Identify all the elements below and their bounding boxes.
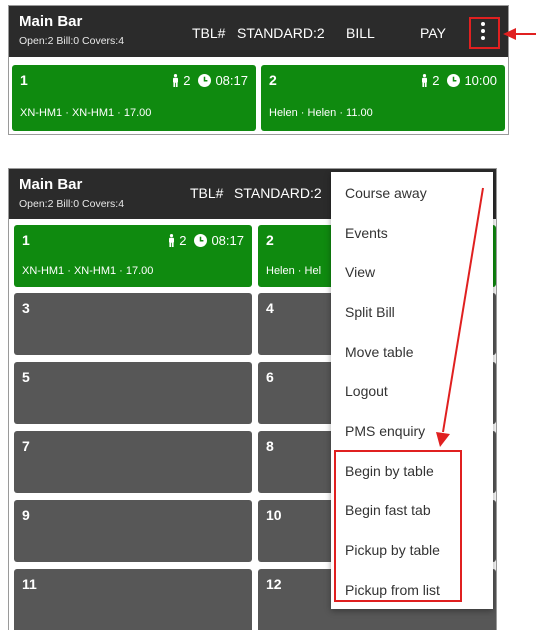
table-number: 2 [269,72,277,88]
table-number: 12 [266,576,282,592]
table-meta: 2 08:17 [172,73,248,88]
menu-item-events[interactable]: Events [345,225,388,241]
table-number: 1 [20,72,28,88]
table-tile-2[interactable]: 2 2 10:00 Helen · Helen · 11.00 [261,65,505,131]
table-number: 2 [266,232,274,248]
pay-button[interactable]: PAY [420,25,446,41]
table-number: 10 [266,507,282,523]
table-number: 8 [266,438,274,454]
status-summary: Open:2 Bill:0 Covers:4 [19,198,125,210]
table-meta: 2 10:00 [421,73,497,88]
open-time: 08:17 [211,233,244,248]
clock-icon [198,74,212,87]
menu-item-course-away[interactable]: Course away [345,185,427,201]
table-number: 4 [266,300,274,316]
table-tile-1[interactable]: 1 2 08:17 XN-HM1 · XN-HM1 · 17.00 [14,225,252,287]
table-tile-11[interactable]: 11 [14,569,252,630]
menu-button-highlight [469,17,500,49]
bill-button[interactable]: BILL [346,25,375,41]
table-tile-1[interactable]: 1 2 08:17 XN-HM1 · XN-HM1 · 17.00 [12,65,256,131]
table-tile-7[interactable]: 7 [14,431,252,493]
table-number: 7 [22,438,30,454]
table-number: 11 [22,576,37,592]
table-number: 6 [266,369,274,385]
table-detail: Helen · Helen · 11.00 [269,107,373,119]
table-meta: 2 08:17 [168,233,244,248]
menu-item-logout[interactable]: Logout [345,383,388,399]
table-detail: XN-HM1 · XN-HM1 · 17.00 [20,107,152,119]
covers-count: 2 [432,73,440,88]
table-detail: Helen · Hel [266,265,322,277]
standard-button[interactable]: STANDARD:2 [234,185,322,201]
person-icon [173,74,179,87]
menu-items-highlight [334,450,462,602]
page-title: Main Bar [19,176,83,193]
standard-button[interactable]: STANDARD:2 [237,25,325,41]
person-icon [422,74,428,87]
table-tile-3[interactable]: 3 [14,293,252,355]
table-tile-9[interactable]: 9 [14,500,252,562]
menu-item-move-table[interactable]: Move table [345,344,413,360]
table-number: 9 [22,507,30,523]
table-number: 1 [22,232,30,248]
open-time: 10:00 [464,73,497,88]
table-number: 3 [22,300,30,316]
open-time: 08:17 [215,73,248,88]
menu-item-split-bill[interactable]: Split Bill [345,304,395,320]
screenshot-before: Main Bar Open:2 Bill:0 Covers:4 TBL# STA… [8,5,509,135]
status-summary: Open:2 Bill:0 Covers:4 [19,35,125,47]
table-detail: XN-HM1 · XN-HM1 · 17.00 [22,265,154,277]
table-tile-5[interactable]: 5 [14,362,252,424]
table-number: 5 [22,369,30,385]
page-title: Main Bar [19,13,83,30]
app-bar: Main Bar Open:2 Bill:0 Covers:4 TBL# STA… [9,6,508,57]
clock-icon [194,234,208,247]
covers-count: 2 [183,73,191,88]
tbl-button[interactable]: TBL# [190,185,223,201]
person-icon [169,234,175,247]
tbl-button[interactable]: TBL# [192,25,225,41]
menu-item-pms-enquiry[interactable]: PMS enquiry [345,423,425,439]
clock-icon [447,74,461,87]
covers-count: 2 [179,233,187,248]
menu-item-view[interactable]: View [345,264,375,280]
